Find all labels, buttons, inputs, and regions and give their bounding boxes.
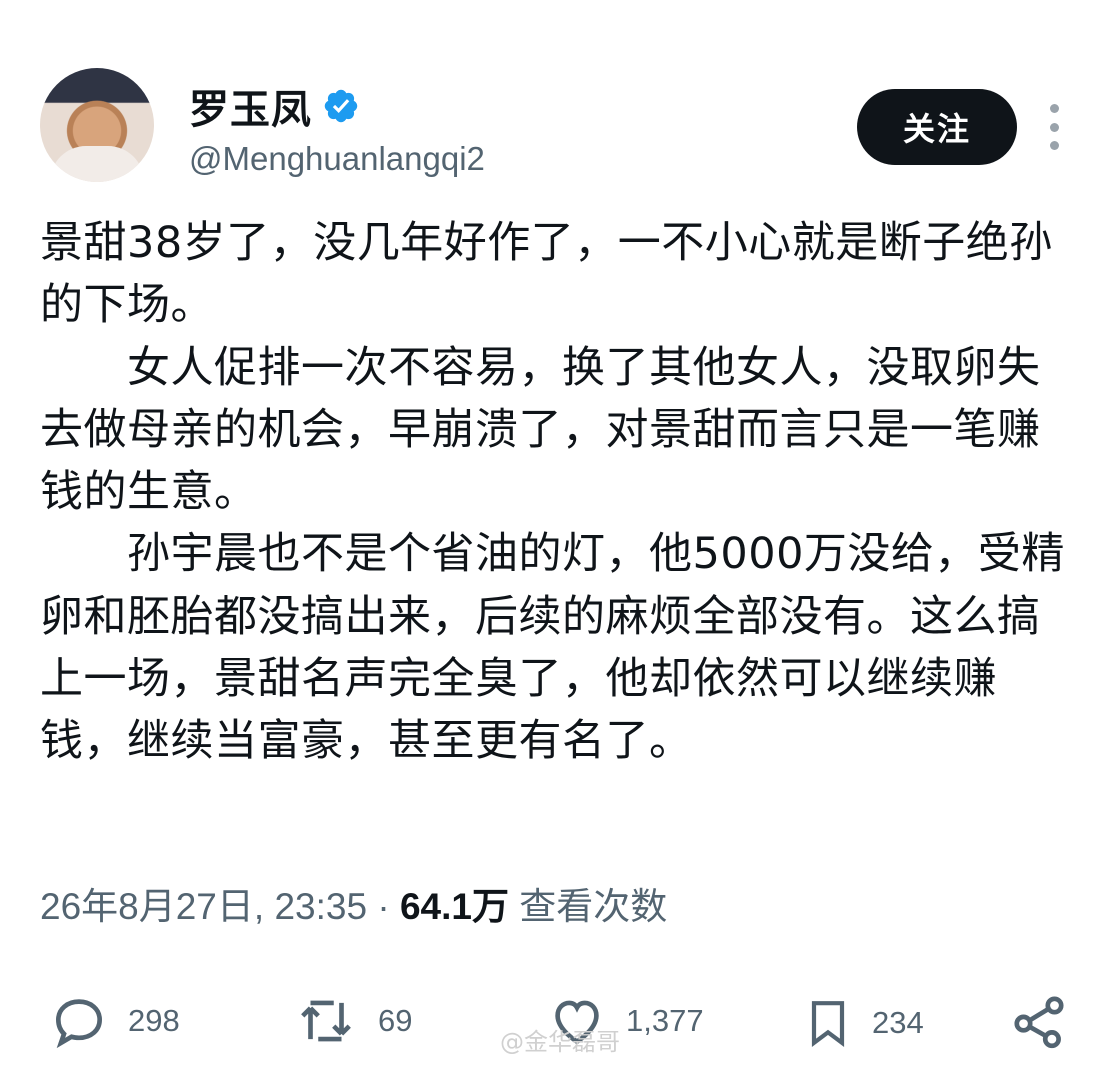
share-icon [1014,996,1064,1049]
author-name[interactable]: 罗玉凤 [189,77,312,135]
watermark: @金华磊哥 [500,1028,620,1056]
bookmark-button[interactable]: 234 [800,990,924,1056]
like-count: 1,377 [626,1003,704,1038]
reply-button[interactable]: 298 [46,990,180,1052]
follow-button[interactable]: 关注 [857,89,1017,165]
share-button[interactable] [1006,990,1072,1052]
view-count-label: 查看次数 [519,886,668,927]
post-meta: 26年8月27日, 23:35 · 64.1万 查看次数 [40,876,667,930]
bookmark-count: 234 [872,1005,924,1040]
author-header: 罗玉凤 [189,77,360,135]
post-datetime[interactable]: 26年8月27日, 23:35 [40,886,367,927]
author-handle[interactable]: @Menghuanlangqi2 [189,140,485,178]
retweet-icon [301,1000,351,1042]
retweet-button[interactable]: 69 [290,990,412,1052]
verified-badge-icon [324,89,358,123]
bookmark-icon [811,1001,845,1048]
post-text: 景甜38岁了，没几年好作了，一不小心就是断子绝孙的下场。 女人促排一次不容易，换… [40,218,1065,767]
more-options-icon[interactable] [1046,104,1062,150]
view-count: 64.1万 [399,886,509,927]
avatar[interactable] [40,68,154,182]
meta-separator: · [377,886,390,927]
retweet-count: 69 [378,1003,413,1038]
reply-count: 298 [128,1003,180,1038]
reply-icon [56,999,102,1049]
